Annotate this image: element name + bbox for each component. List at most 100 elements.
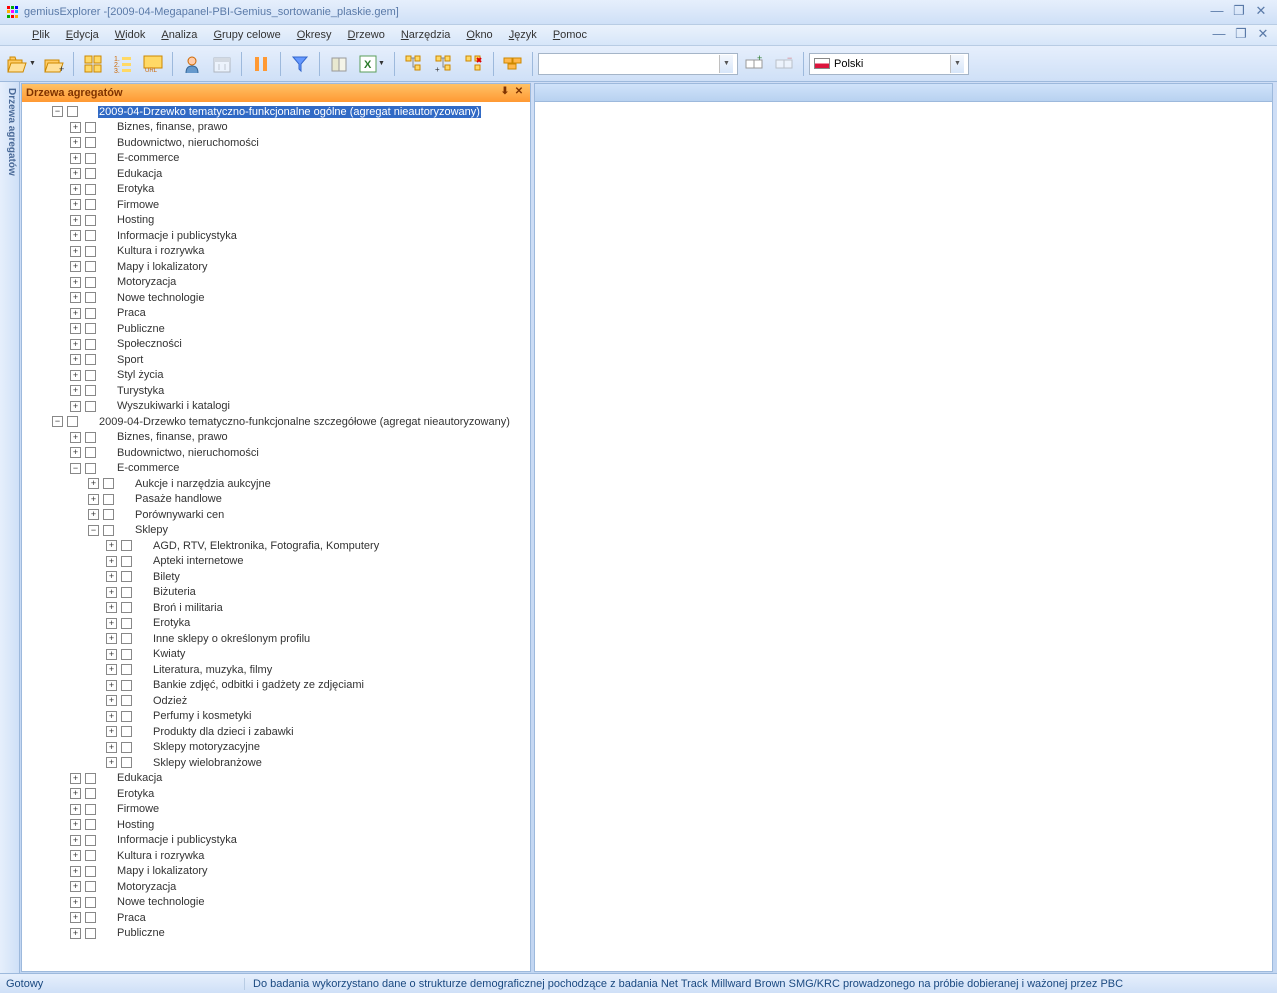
tree-label[interactable]: E-commerce — [116, 462, 180, 474]
tree-label[interactable]: Kultura i rozrywka — [116, 245, 205, 257]
checkbox[interactable] — [121, 695, 132, 706]
tree-node[interactable]: +Nowe technologie — [22, 895, 530, 911]
tree-node[interactable]: +Praca — [22, 910, 530, 926]
menu-analiza[interactable]: Analiza — [153, 26, 205, 44]
tree-node[interactable]: +Publiczne — [22, 926, 530, 942]
maximize-button[interactable]: ❐ — [1229, 5, 1249, 19]
checkbox[interactable] — [85, 339, 96, 350]
tree-label[interactable]: Hosting — [116, 214, 155, 226]
open-button[interactable]: ▼ — [4, 50, 38, 78]
excel-button[interactable]: X▼ — [355, 50, 389, 78]
expand-icon[interactable]: + — [70, 184, 81, 195]
tree-node[interactable]: +Literatura, muzyka, filmy — [22, 662, 530, 678]
expand-icon[interactable]: + — [106, 602, 117, 613]
expand-icon[interactable]: + — [70, 215, 81, 226]
menu-grupy-celowe[interactable]: Grupy celowe — [205, 26, 288, 44]
checkbox[interactable] — [103, 509, 114, 520]
expand-icon[interactable]: + — [70, 370, 81, 381]
tree-node[interactable]: +Odzież — [22, 693, 530, 709]
expand-icon[interactable]: + — [70, 308, 81, 319]
tree-node[interactable]: +Turystyka — [22, 383, 530, 399]
expand-icon[interactable]: + — [70, 897, 81, 908]
expand-icon[interactable]: + — [70, 292, 81, 303]
checkbox[interactable] — [121, 742, 132, 753]
collapse-icon[interactable]: − — [70, 463, 81, 474]
tree-node[interactable]: −Sklepy — [22, 523, 530, 539]
tree-node[interactable]: +Apteki internetowe — [22, 554, 530, 570]
expand-icon[interactable]: + — [106, 664, 117, 675]
tree-label[interactable]: Praca — [116, 307, 147, 319]
tree-label[interactable]: Motoryzacja — [116, 276, 177, 288]
checkbox[interactable] — [85, 153, 96, 164]
pin-button[interactable]: ⬇ — [498, 86, 512, 100]
checkbox[interactable] — [85, 788, 96, 799]
menu-drzewo[interactable]: Drzewo — [340, 26, 393, 44]
expand-icon[interactable]: + — [70, 230, 81, 241]
checkbox[interactable] — [85, 292, 96, 303]
tree-label[interactable]: Nowe technologie — [116, 292, 205, 304]
tree-label[interactable]: Sklepy wielobranżowe — [152, 757, 263, 769]
url-button[interactable]: URL — [139, 50, 167, 78]
expand-icon[interactable]: + — [106, 618, 117, 629]
checkbox[interactable] — [121, 664, 132, 675]
checkbox[interactable] — [121, 649, 132, 660]
checkbox[interactable] — [103, 478, 114, 489]
tree-label[interactable]: Perfumy i kosmetyki — [152, 710, 252, 722]
tree-label[interactable]: Społeczności — [116, 338, 183, 350]
tree-label[interactable]: Inne sklepy o określonym profilu — [152, 633, 311, 645]
expand-icon[interactable]: + — [70, 168, 81, 179]
expand-icon[interactable]: + — [70, 819, 81, 830]
expand-icon[interactable]: + — [70, 246, 81, 257]
tree-label[interactable]: Informacje i publicystyka — [116, 230, 238, 242]
tree-label[interactable]: Mapy i lokalizatory — [116, 865, 208, 877]
tree-node[interactable]: +Produkty dla dzieci i zabawki — [22, 724, 530, 740]
checkbox[interactable] — [85, 246, 96, 257]
tree-button-1[interactable] — [400, 50, 428, 78]
tree-label[interactable]: Sklepy — [134, 524, 169, 536]
tree-node[interactable]: +Biznes, finanse, prawo — [22, 430, 530, 446]
tree-label[interactable]: Apteki internetowe — [152, 555, 245, 567]
tree-node[interactable]: +Budownictwo, nieruchomości — [22, 445, 530, 461]
expand-icon[interactable]: + — [106, 711, 117, 722]
expand-icon[interactable]: + — [106, 633, 117, 644]
checkbox[interactable] — [121, 587, 132, 598]
menu-widok[interactable]: Widok — [107, 26, 154, 44]
tree-node[interactable]: +Sport — [22, 352, 530, 368]
tree-node[interactable]: +Kultura i rozrywka — [22, 848, 530, 864]
tree-node[interactable]: +Publiczne — [22, 321, 530, 337]
checkbox[interactable] — [85, 928, 96, 939]
tree-body[interactable]: −2009-04-Drzewko tematyczno-funkcjonalne… — [22, 102, 530, 971]
tree-label[interactable]: E-commerce — [116, 152, 180, 164]
menu-okno[interactable]: Okno — [458, 26, 500, 44]
pause-button[interactable] — [247, 50, 275, 78]
checkbox[interactable] — [85, 168, 96, 179]
language-combo[interactable]: Polski ▼ — [809, 53, 969, 75]
expand-icon[interactable]: + — [70, 339, 81, 350]
expand-icon[interactable]: + — [70, 153, 81, 164]
expand-icon[interactable]: + — [70, 773, 81, 784]
expand-icon[interactable]: + — [106, 726, 117, 737]
tree-label[interactable]: Biznes, finanse, prawo — [116, 431, 229, 443]
checkbox[interactable] — [85, 215, 96, 226]
close-button[interactable]: ✕ — [1251, 5, 1271, 19]
tree-label[interactable]: Styl życia — [116, 369, 164, 381]
tree-node[interactable]: +Erotyka — [22, 616, 530, 632]
checkbox[interactable] — [103, 525, 114, 536]
tree-node[interactable]: +Mapy i lokalizatory — [22, 259, 530, 275]
checkbox[interactable] — [85, 323, 96, 334]
tree-label[interactable]: Wyszukiwarki i katalogi — [116, 400, 231, 412]
expand-icon[interactable]: + — [88, 494, 99, 505]
add-row-button[interactable]: + — [740, 50, 768, 78]
checkbox[interactable] — [67, 106, 78, 117]
tree-node[interactable]: +Firmowe — [22, 197, 530, 213]
expand-icon[interactable]: + — [70, 788, 81, 799]
list-button[interactable]: 1.2.3. — [109, 50, 137, 78]
expand-icon[interactable]: + — [70, 447, 81, 458]
menu-edycja[interactable]: Edycja — [58, 26, 107, 44]
checkbox[interactable] — [85, 447, 96, 458]
menu-pomoc[interactable]: Pomoc — [545, 26, 595, 44]
collapse-icon[interactable]: − — [52, 416, 63, 427]
expand-icon[interactable]: + — [70, 137, 81, 148]
expand-icon[interactable]: + — [106, 742, 117, 753]
tree-label[interactable]: Pasaże handlowe — [134, 493, 223, 505]
